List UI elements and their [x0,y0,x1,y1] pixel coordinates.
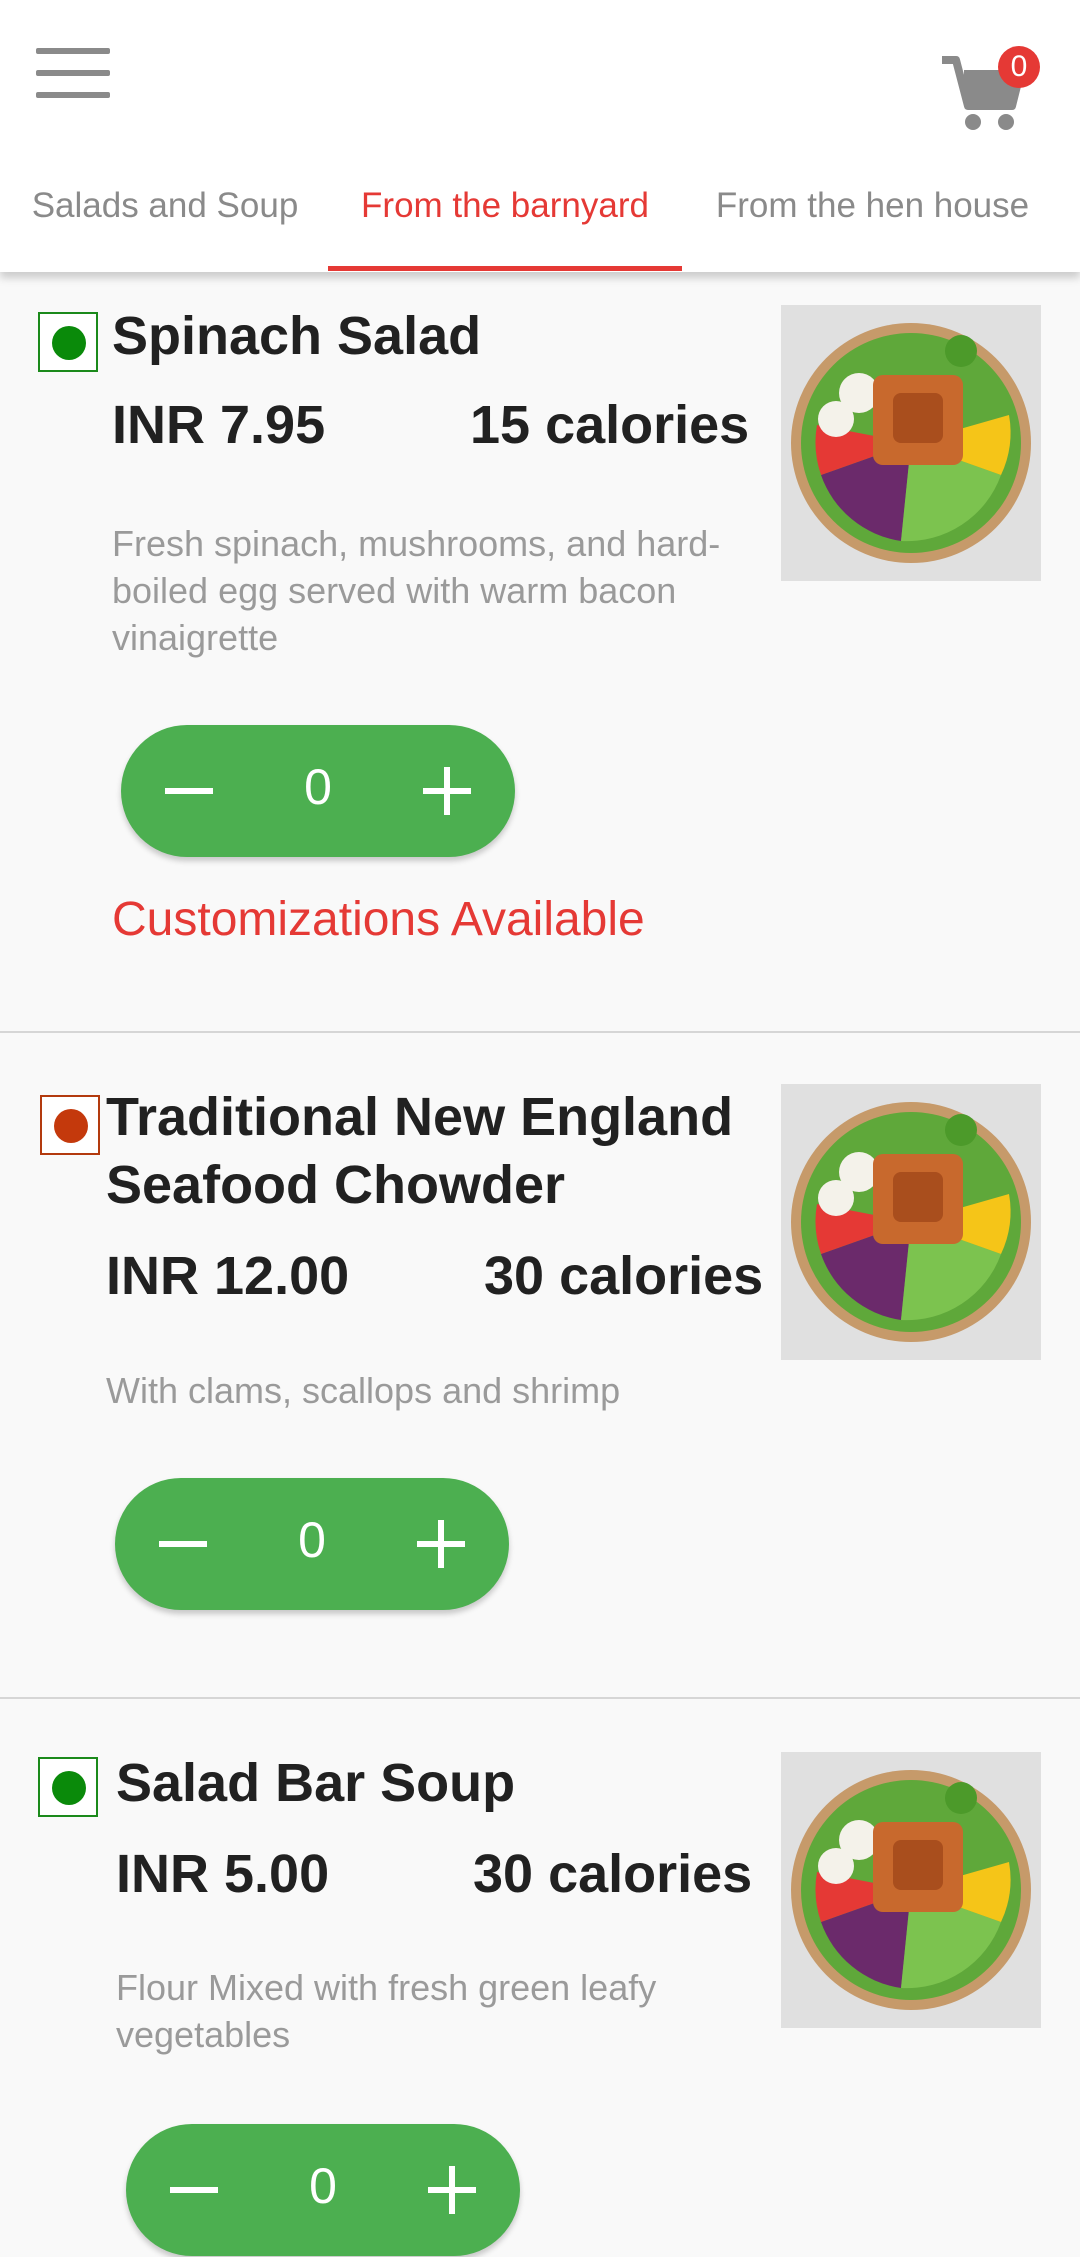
quantity-stepper: 0 [126,2124,520,2256]
item-price: INR 7.95 [112,395,326,455]
veg-indicator-icon [38,1757,98,1817]
item-calories: 15 calories [470,395,750,455]
item-description: Flour Mixed with fresh green leafy veget… [116,1967,657,2055]
quantity-stepper: 0 [115,1478,509,1610]
quantity-value: 0 [309,2158,337,2214]
active-tab-indicator [328,266,682,271]
veg-indicator-icon [38,312,98,372]
hamburger-menu-icon[interactable] [32,44,112,104]
decrease-quantity-button[interactable] [159,1541,207,1547]
cart-button[interactable]: 0 [940,46,1050,142]
quantity-value: 0 [298,1512,326,1568]
item-image [781,1752,1041,2028]
app-screen: 0 Salads and Soup From the barnyard From… [0,0,1080,2257]
item-price: INR 5.00 [116,1844,330,1904]
customizations-link[interactable]: Customizations Available [112,892,645,947]
item-name: Traditional New England Seafood Chowder [106,1087,734,1215]
app-header: 0 Salads and Soup From the barnyard From… [0,0,1080,272]
decrease-quantity-button[interactable] [165,788,213,794]
tab-from-the-hen-house[interactable]: From the hen house [700,186,1045,272]
item-price: INR 12.00 [106,1246,350,1306]
non-veg-indicator-icon [40,1095,100,1155]
tab-from-the-barnyard[interactable]: From the barnyard [328,186,682,272]
item-description: With clams, scallops and shrimp [106,1370,621,1411]
menu-item: Salad Bar Soup INR 5.00 30 calories Flou… [0,1699,1080,2257]
menu-item: Traditional New England Seafood Chowder … [0,1033,1080,1697]
cart-count-badge: 0 [998,46,1040,88]
item-calories: 30 calories [484,1246,764,1306]
item-name: Salad Bar Soup [116,1753,516,1813]
item-image [781,1084,1041,1360]
item-description: Fresh spinach, mushrooms, and hard-boile… [112,523,721,658]
quantity-value: 0 [304,759,332,815]
decrease-quantity-button[interactable] [170,2187,218,2193]
item-calories: 30 calories [473,1844,753,1904]
item-image [781,305,1041,581]
menu-item: Spinach Salad INR 7.95 15 calories Fresh… [0,272,1080,1032]
item-name: Spinach Salad [112,306,482,366]
tab-salads-and-soup[interactable]: Salads and Soup [24,186,306,272]
category-tabs: Salads and Soup From the barnyard From t… [0,172,1080,272]
quantity-stepper: 0 [121,725,515,857]
